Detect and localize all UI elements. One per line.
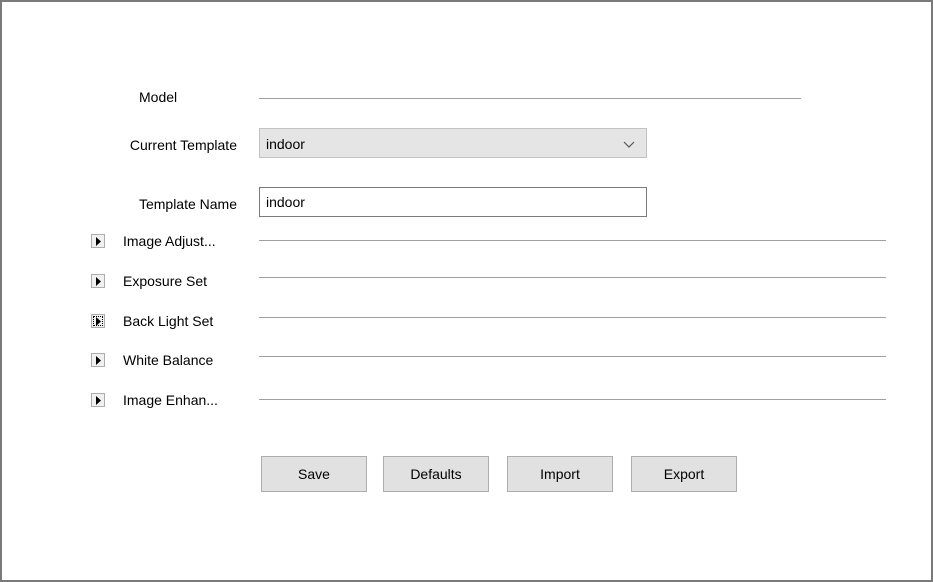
- triangle-right-icon: [96, 396, 101, 405]
- expand-white-balance-button[interactable]: [91, 353, 105, 367]
- current-template-label: Current Template: [129, 137, 237, 153]
- expand-image-enhance-button[interactable]: [91, 393, 105, 407]
- expand-back-light-set-button[interactable]: [91, 314, 105, 328]
- triangle-right-icon: [96, 237, 101, 246]
- export-button[interactable]: Export: [631, 456, 737, 492]
- triangle-right-icon: [96, 317, 101, 326]
- section-exposure-set-label[interactable]: Exposure Set: [123, 273, 207, 289]
- expand-image-adjust-button[interactable]: [91, 234, 105, 248]
- triangle-right-icon: [96, 356, 101, 365]
- current-template-value: indoor: [266, 136, 305, 152]
- import-button[interactable]: Import: [507, 456, 613, 492]
- model-label: Model: [139, 89, 178, 105]
- chevron-down-icon: [623, 141, 635, 148]
- section-image-adjust-label[interactable]: Image Adjust...: [123, 233, 216, 249]
- section-white-balance-label[interactable]: White Balance: [123, 352, 213, 368]
- section-divider: [259, 356, 886, 357]
- defaults-button[interactable]: Defaults: [383, 456, 489, 492]
- section-image-enhance-label[interactable]: Image Enhan...: [123, 392, 218, 408]
- template-name-label: Template Name: [138, 196, 237, 212]
- section-divider: [259, 317, 886, 318]
- window-frame: [0, 0, 933, 582]
- template-name-input[interactable]: [259, 187, 647, 217]
- triangle-right-icon: [96, 277, 101, 286]
- model-underline: [259, 98, 801, 99]
- save-button[interactable]: Save: [261, 456, 367, 492]
- section-divider: [259, 240, 886, 241]
- section-divider: [259, 399, 886, 400]
- section-back-light-set-label[interactable]: Back Light Set: [123, 313, 213, 329]
- current-template-dropdown[interactable]: indoor: [259, 128, 647, 158]
- expand-exposure-set-button[interactable]: [91, 274, 105, 288]
- section-divider: [259, 277, 886, 278]
